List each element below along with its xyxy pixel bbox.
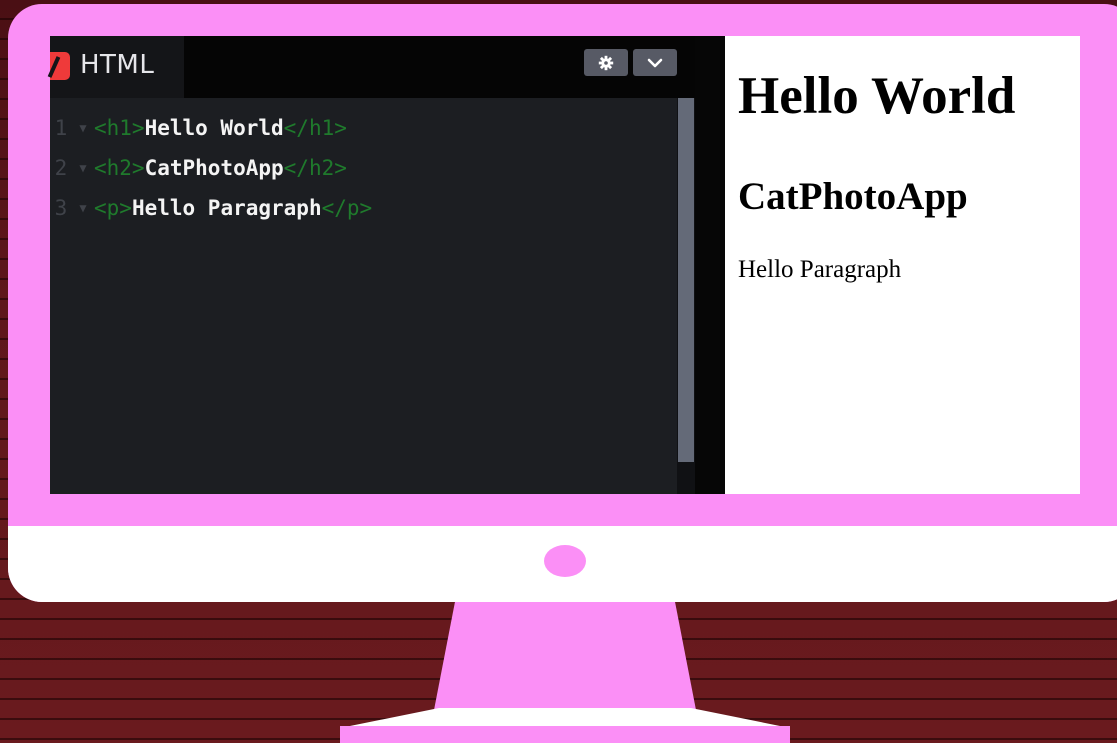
html-logo-icon [50,52,70,80]
power-button [544,545,586,577]
open-tag: <h2> [94,156,145,180]
open-tag: <h1> [94,116,145,140]
line-number: 1 [54,116,68,140]
fold-arrow-icon[interactable]: ▼ [72,121,94,135]
monitor-stand-neck [434,602,696,710]
menu-dropdown-button[interactable] [633,49,677,76]
tab-html[interactable]: HTML [50,36,184,98]
preview-pane: Hello World CatPhotoApp Hello Paragraph [725,36,1080,494]
preview-heading-2: CatPhotoApp [738,175,968,218]
fold-arrow-icon[interactable]: ▼ [72,201,94,215]
tag-content: Hello Paragraph [131,196,322,220]
code-line: 1 ▼ <h1> Hello World </h1> [50,108,680,148]
code-area[interactable]: 1 ▼ <h1> Hello World </h1> 2 ▼ <h2> CatPhot… [50,108,680,228]
monitor-stand-base-top [340,708,790,728]
code-editor[interactable]: HTML 1 ▼ <h1> Hello World </h1> 2 ▼ <h2>… [50,36,695,494]
scrollbar-thumb[interactable] [678,98,694,462]
pane-divider[interactable] [695,36,725,494]
code-line: 2 ▼ <h2> CatPhotoApp </h2> [50,148,680,188]
settings-button[interactable] [584,49,628,76]
line-number: 3 [54,196,68,220]
close-tag: </h2> [283,156,347,180]
tag-content: CatPhotoApp [144,156,284,180]
preview-heading-1: Hello World [738,67,1016,125]
open-tag: <p> [94,196,132,220]
tab-label: HTML [80,50,155,80]
close-tag: </p> [321,196,373,220]
monitor-stand-base [340,726,790,743]
tag-content: Hello World [144,116,284,140]
fold-arrow-icon[interactable]: ▼ [72,161,94,175]
code-line: 3 ▼ <p> Hello Paragraph </p> [50,188,680,228]
editor-header: HTML [50,36,695,98]
line-number: 2 [54,156,68,180]
preview-paragraph: Hello Paragraph [738,256,902,283]
close-tag: </h1> [283,116,347,140]
gear-icon [598,55,614,70]
chevron-down-icon [647,58,663,67]
